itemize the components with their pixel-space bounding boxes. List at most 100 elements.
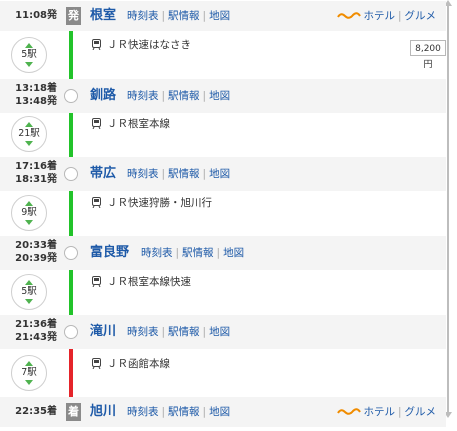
- map-link[interactable]: 地図: [209, 168, 230, 180]
- time-depart: 11:08発: [15, 10, 57, 21]
- map-link[interactable]: 地図: [209, 90, 230, 102]
- stop-count: 9駅: [21, 207, 37, 218]
- station-links: 時刻表 | 駅情報 | 地図: [127, 315, 230, 349]
- map-link[interactable]: 地図: [209, 10, 230, 22]
- link-separator: |: [161, 168, 166, 180]
- gourmet-link[interactable]: グルメ: [405, 10, 437, 22]
- station-row-kushiro: 13:18着 13:48発 釧路 時刻表 | 駅情報 | 地図: [0, 79, 446, 113]
- expand-down-icon: [25, 62, 33, 67]
- station-name[interactable]: 帯広: [90, 157, 116, 191]
- station-info-link[interactable]: 駅情報: [168, 406, 200, 418]
- train-icon: [92, 358, 101, 369]
- hotel-link[interactable]: ホテル: [363, 10, 395, 22]
- stop-count-toggle[interactable]: 21駅: [11, 116, 47, 152]
- station-links: 時刻表 | 駅情報 | 地図: [127, 397, 230, 427]
- station-info-link[interactable]: 駅情報: [168, 326, 200, 338]
- station-info-link[interactable]: 駅情報: [168, 168, 200, 180]
- time-arrive: 17:16着: [15, 161, 57, 172]
- link-separator: |: [202, 326, 207, 338]
- link-separator: |: [161, 326, 166, 338]
- station-name[interactable]: 根室: [90, 1, 116, 31]
- stop-count-toggle[interactable]: 5駅: [11, 274, 47, 310]
- expand-up-icon: [25, 122, 33, 127]
- train-line-name: ＪＲ函館本線: [107, 358, 170, 370]
- link-separator: |: [202, 406, 207, 418]
- map-link[interactable]: 地図: [223, 247, 244, 259]
- station-row-asahikawa: 22:35着 着 旭川 時刻表 | 駅情報 | 地図 ホテル | グルメ: [0, 397, 446, 427]
- link-separator: |: [202, 10, 207, 22]
- link-separator: |: [161, 10, 166, 22]
- link-separator: |: [397, 10, 402, 22]
- travel-logo-icon: [337, 407, 362, 415]
- expand-down-icon: [25, 220, 33, 225]
- expand-up-icon: [25, 280, 33, 285]
- link-separator: |: [202, 90, 207, 102]
- train-icon: [92, 276, 101, 287]
- fare-range-line: [447, 2, 449, 416]
- time-depart: 18:31発: [15, 174, 57, 185]
- route-result: 11:08発 発 根室 時刻表 | 駅情報 | 地図 ホテル | グルメ 5駅 ＪＲ快速はな…: [0, 0, 457, 431]
- station-info-link[interactable]: 駅情報: [182, 247, 214, 259]
- expand-up-icon: [25, 201, 33, 206]
- expand-down-icon: [25, 299, 33, 304]
- map-link[interactable]: 地図: [209, 326, 230, 338]
- station-links: 時刻表 | 駅情報 | 地図: [127, 157, 230, 191]
- time-depart: 21:43発: [15, 332, 57, 343]
- time-depart: 20:39発: [15, 253, 57, 264]
- travel-logo-icon: [337, 11, 362, 19]
- train-icon: [92, 118, 101, 129]
- expand-down-icon: [25, 380, 33, 385]
- station-links: 時刻表 | 駅情報 | 地図: [127, 1, 230, 31]
- stop-count-toggle[interactable]: 5駅: [11, 37, 47, 73]
- station-name[interactable]: 旭川: [90, 397, 116, 427]
- link-separator: |: [161, 406, 166, 418]
- timetable-link[interactable]: 時刻表: [127, 406, 159, 418]
- train-icon: [92, 39, 101, 50]
- link-separator: |: [161, 90, 166, 102]
- train-line-name: ＪＲ根室本線: [107, 118, 170, 130]
- stop-count-toggle[interactable]: 9駅: [11, 195, 47, 231]
- train-line-name: ＪＲ快速狩勝・旭川行: [107, 197, 212, 209]
- stop-count: 5駅: [21, 286, 37, 297]
- station-info-link[interactable]: 駅情報: [168, 90, 200, 102]
- time-arrive: 22:35着: [15, 406, 57, 417]
- map-link[interactable]: 地図: [209, 406, 230, 418]
- arrive-badge: 着: [66, 403, 81, 421]
- station-info-link[interactable]: 駅情報: [168, 10, 200, 22]
- time-arrive: 20:33着: [15, 240, 57, 251]
- timetable-link[interactable]: 時刻表: [141, 247, 173, 259]
- timetable-link[interactable]: 時刻表: [127, 90, 159, 102]
- time-depart: 13:48発: [15, 96, 57, 107]
- station-name[interactable]: 富良野: [90, 236, 129, 270]
- train-line-info: ＪＲ快速狩勝・旭川行: [92, 196, 212, 210]
- link-separator: |: [175, 247, 180, 259]
- timetable-link[interactable]: 時刻表: [127, 168, 159, 180]
- station-row-nemuro: 11:08発 発 根室 時刻表 | 駅情報 | 地図 ホテル | グルメ: [0, 1, 446, 31]
- timetable-link[interactable]: 時刻表: [127, 326, 159, 338]
- timetable-link[interactable]: 時刻表: [127, 10, 159, 22]
- station-row-obihiro: 17:16着 18:31発 帯広 時刻表 | 駅情報 | 地図: [0, 157, 446, 191]
- fare-label: 8,200円: [410, 40, 446, 70]
- station-node: [64, 167, 78, 181]
- time-arrive: 21:36着: [15, 319, 57, 330]
- station-node: [64, 325, 78, 339]
- station-row-furano: 20:33着 20:39発 富良野 時刻表 | 駅情報 | 地図: [0, 236, 446, 270]
- hotel-link[interactable]: ホテル: [363, 406, 395, 418]
- station-row-takikawa: 21:36着 21:43発 滝川 時刻表 | 駅情報 | 地図: [0, 315, 446, 349]
- time-arrive: 13:18着: [15, 83, 57, 94]
- train-icon: [92, 197, 101, 208]
- gourmet-link[interactable]: グルメ: [405, 406, 437, 418]
- expand-up-icon: [25, 43, 33, 48]
- stop-count: 7駅: [21, 367, 37, 378]
- link-separator: |: [397, 406, 402, 418]
- stop-count: 5駅: [21, 49, 37, 60]
- station-name[interactable]: 滝川: [90, 315, 116, 349]
- station-name[interactable]: 釧路: [90, 79, 116, 113]
- train-line-info: ＪＲ根室本線: [92, 117, 170, 131]
- station-links: 時刻表 | 駅情報 | 地図: [127, 79, 230, 113]
- train-line-name: ＪＲ快速はなさき: [107, 39, 191, 51]
- stop-count-toggle[interactable]: 7駅: [11, 355, 47, 391]
- depart-badge: 発: [66, 7, 81, 25]
- train-line-info: ＪＲ函館本線: [92, 357, 170, 371]
- train-line-name: ＪＲ根室本線快速: [107, 276, 191, 288]
